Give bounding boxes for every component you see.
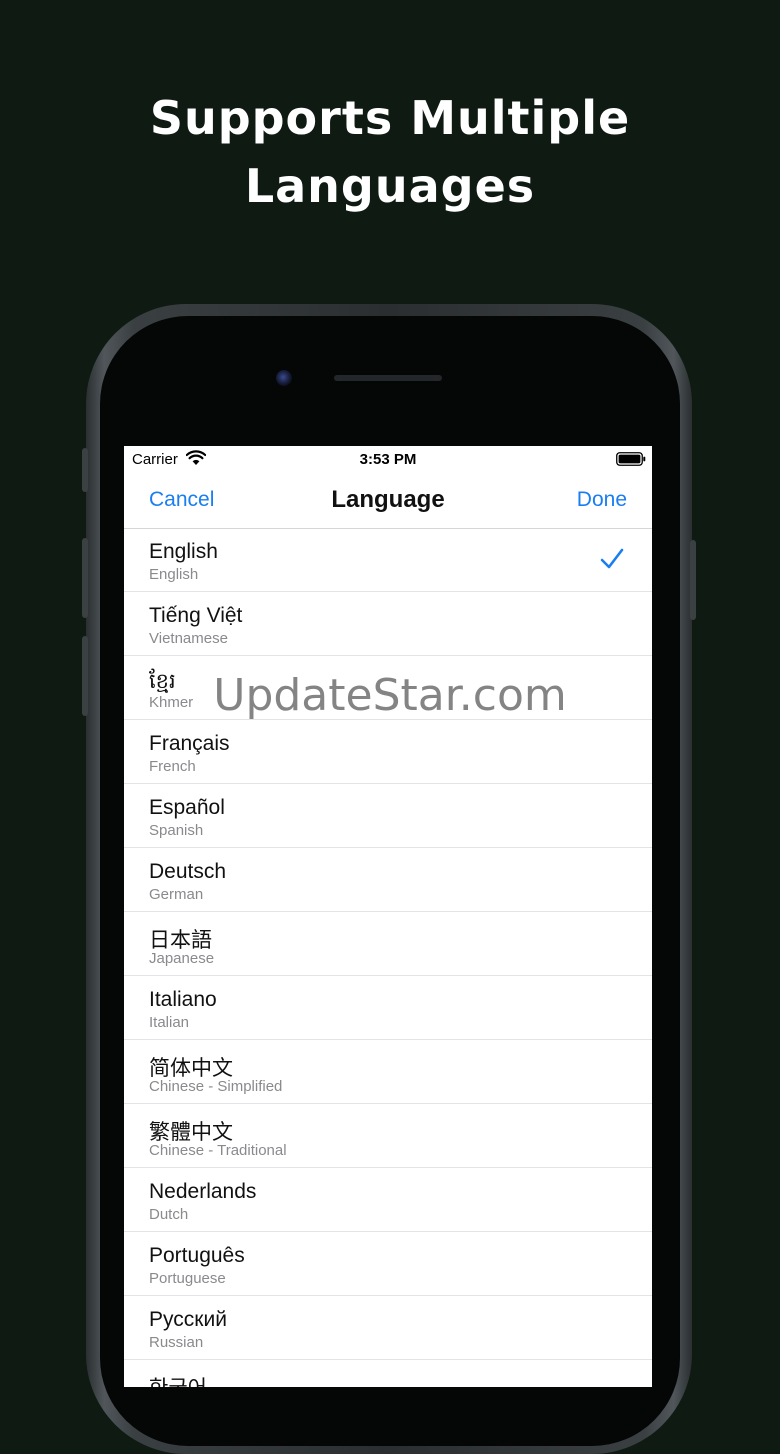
status-bar: Carrier 3:53 PM	[124, 446, 652, 474]
language-native-name: Nederlands	[149, 1180, 257, 1203]
language-native-name: Русский	[149, 1308, 227, 1331]
language-row-dutch[interactable]: Nederlands Dutch	[124, 1168, 652, 1232]
language-row-vietnamese[interactable]: Tiếng Việt Vietnamese	[124, 592, 652, 656]
language-english-name: Chinese - Traditional	[149, 1142, 287, 1159]
language-english-name: Italian	[149, 1014, 190, 1031]
language-native-name: Español	[149, 796, 225, 819]
language-native-name: Tiếng Việt	[149, 604, 243, 627]
language-english-name: French	[149, 758, 196, 775]
headline-line-1: Supports Multiple	[149, 91, 631, 145]
navigation-bar: Cancel Language Done	[124, 474, 652, 529]
language-row-korean[interactable]: 한국어	[124, 1360, 652, 1387]
battery-icon	[616, 452, 646, 466]
language-english-name: Spanish	[149, 822, 204, 839]
language-row-russian[interactable]: Русский Russian	[124, 1296, 652, 1360]
language-native-name: English	[149, 540, 218, 563]
language-row-japanese[interactable]: 日本語 Japanese	[124, 912, 652, 976]
language-native-name: Français	[149, 732, 230, 755]
language-row-chinese-traditional[interactable]: 繁體中文 Chinese - Traditional	[124, 1104, 652, 1168]
language-english-name: Chinese - Simplified	[149, 1078, 283, 1095]
language-english-name: English	[149, 566, 199, 583]
language-native-name: 한국어	[149, 1372, 207, 1387]
language-native-name: Deutsch	[149, 860, 227, 883]
phone-volume-down-button	[82, 636, 88, 716]
language-native-name: Português	[149, 1244, 245, 1267]
phone-screen: Carrier 3:53 PM Cancel Language Done Eng…	[124, 446, 652, 1387]
language-english-name: Japanese	[149, 950, 215, 967]
language-english-name: Dutch	[149, 1206, 189, 1223]
language-row-german[interactable]: Deutsch German	[124, 848, 652, 912]
language-english-name: Vietnamese	[149, 630, 228, 647]
phone-volume-up-button	[82, 538, 88, 618]
language-native-name: Italiano	[149, 988, 217, 1011]
front-camera	[276, 370, 292, 386]
done-button[interactable]: Done	[577, 488, 627, 512]
language-row-spanish[interactable]: Español Spanish	[124, 784, 652, 848]
earpiece-speaker	[334, 375, 442, 381]
page-title: Language	[331, 486, 445, 513]
language-row-chinese-simplified[interactable]: 简体中文 Chinese - Simplified	[124, 1040, 652, 1104]
language-row-khmer[interactable]: ខ្មែរ Khmer	[124, 656, 652, 720]
phone-power-button	[690, 540, 696, 620]
checkmark-icon	[600, 548, 624, 569]
language-list: English English Tiếng Việt Vietnamese ខ្…	[124, 528, 652, 1387]
language-english-name: German	[149, 886, 204, 903]
language-english-name: Russian	[149, 1334, 204, 1351]
language-row-english[interactable]: English English	[124, 528, 652, 592]
headline: Supports Multiple Languages	[0, 84, 780, 220]
language-english-name: Portuguese	[149, 1270, 226, 1287]
language-row-portuguese[interactable]: Português Portuguese	[124, 1232, 652, 1296]
headline-line-2: Languages	[244, 159, 536, 213]
status-time: 3:53 PM	[359, 451, 417, 468]
language-english-name: Khmer	[149, 694, 194, 711]
phone-mute-switch	[82, 448, 88, 492]
language-row-french[interactable]: Français French	[124, 720, 652, 784]
language-row-italian[interactable]: Italiano Italian	[124, 976, 652, 1040]
